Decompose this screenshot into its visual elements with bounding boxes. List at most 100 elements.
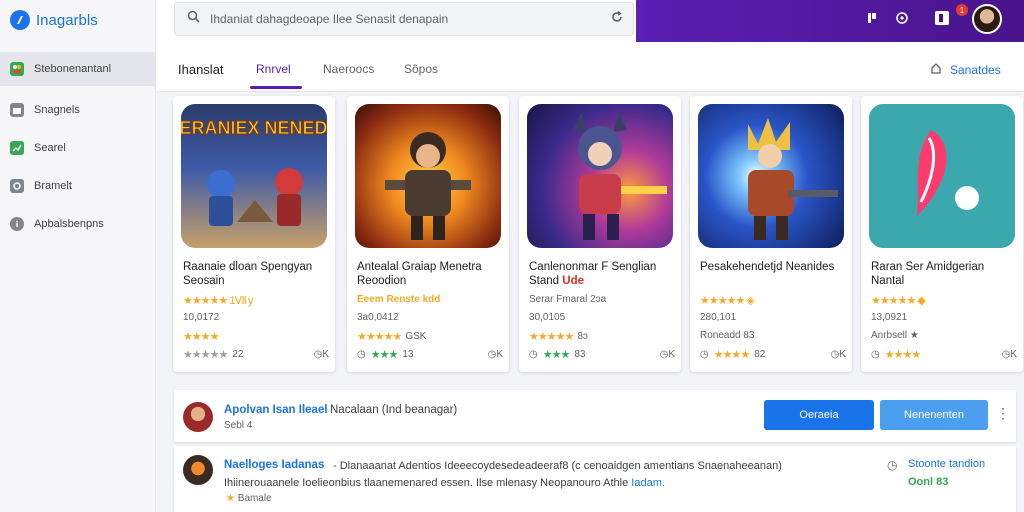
thumb-title-text: NERANIEX NENEDO bbox=[181, 118, 327, 138]
app-meta-2: 3a0,0412 bbox=[357, 312, 399, 323]
app-meta-2: 280,101 bbox=[700, 312, 737, 323]
app-tag: Ude bbox=[562, 275, 584, 287]
app-footer: ★★★★★ 22 ◷K bbox=[183, 349, 329, 361]
app-meta-1: ★★★★★ 1Ⅶ y bbox=[183, 295, 253, 307]
app-rating: ★★★★★ GSK bbox=[357, 331, 427, 343]
active-tab-indicator bbox=[250, 86, 302, 89]
app-meta-1: Serar Fmaral 2ɔa bbox=[529, 294, 607, 305]
app-meta-2: 10,0172 bbox=[183, 312, 220, 323]
clock-icon: ◷ bbox=[887, 458, 898, 472]
more-options-icon[interactable]: ⋮ bbox=[996, 405, 1010, 422]
sidebar-item-label: Apbalsbenpns bbox=[34, 218, 104, 230]
row-title[interactable]: Naelloges Iadanas bbox=[224, 459, 324, 471]
app-meta-1: Eeem Renste kdd bbox=[357, 294, 441, 305]
app-thumbnail[interactable] bbox=[527, 104, 673, 248]
secondary-button[interactable]: Nenenenten bbox=[880, 400, 988, 430]
logo-text: Inagarbls bbox=[36, 11, 98, 29]
app-meta-1: ★★★★★ ◈ bbox=[700, 295, 755, 307]
sent-label: Sanatdes bbox=[950, 62, 1001, 77]
refresh-icon[interactable] bbox=[610, 10, 624, 29]
app-thumbnail[interactable] bbox=[698, 104, 844, 248]
row-sub: Sebl 4 bbox=[224, 420, 253, 431]
app-meta-2: 13,0921 bbox=[871, 312, 908, 323]
sidebar-item-label: Bramelt bbox=[34, 180, 72, 192]
download-count: ◷K bbox=[313, 349, 329, 360]
row-status-value: Oonl 83 bbox=[908, 476, 949, 488]
row-link[interactable]: Iadam. bbox=[631, 477, 665, 489]
home-icon bbox=[930, 62, 942, 77]
sidebar: Inagarbls Stebonenantanl Snagnels Searel… bbox=[0, 0, 156, 512]
app-footer: ◷ ★★★★ 82 ◷K bbox=[700, 349, 846, 361]
app-thumbnail[interactable]: NERANIEX NENEDO bbox=[181, 104, 327, 248]
chart-icon bbox=[10, 141, 24, 155]
app-footer: ◷ ★★★★ ◷K bbox=[871, 349, 1017, 361]
clock-icon: ◷ bbox=[357, 349, 366, 360]
tab-1[interactable]: Naeroocs bbox=[323, 62, 374, 76]
app-meta-3: Roneadd 83 bbox=[700, 330, 755, 341]
row-title[interactable]: Apolvan Isan Ileael bbox=[224, 404, 328, 416]
app-meta-2: 30,0105 bbox=[529, 312, 566, 323]
bookmark-icon[interactable] bbox=[864, 10, 880, 26]
row-text: - Dlanaaanat Adentios Ideeecoydesedeadee… bbox=[333, 460, 782, 472]
row-avatar bbox=[183, 455, 213, 485]
star-icon: ★★★★★ bbox=[183, 349, 228, 361]
app-title[interactable]: Pesakehendetjd Neanides bbox=[700, 260, 846, 274]
clock-icon: ◷ bbox=[871, 349, 880, 360]
app-card-4[interactable]: Raran Ser Amidgerian Nantal ★★★★★ ◆ 13,0… bbox=[861, 96, 1023, 372]
app-footer: ◷ ★★★ 13 ◷K bbox=[357, 349, 503, 361]
download-count: ◷K bbox=[830, 349, 846, 360]
star-icon: ★ bbox=[226, 493, 235, 504]
app-rating: ★★★★★ 8ɔ bbox=[529, 331, 588, 343]
folder-icon bbox=[10, 103, 24, 117]
settings-icon[interactable] bbox=[894, 10, 910, 26]
row-sub: ★ Bamale bbox=[226, 493, 272, 504]
logo-icon bbox=[10, 10, 30, 30]
sidebar-item-4[interactable]: Apbalsbenpns bbox=[0, 207, 156, 241]
app-meta-1: ★★★★★ ◆ bbox=[871, 295, 926, 307]
search-bar[interactable] bbox=[174, 2, 634, 36]
app-thumbnail[interactable] bbox=[869, 104, 1015, 248]
info-icon bbox=[10, 217, 24, 231]
tab-2[interactable]: Sôpos bbox=[404, 62, 438, 76]
app-footer: ◷ ★★★ 83 ◷K bbox=[529, 349, 675, 361]
app-title[interactable]: Raanaie dloan Spengyan Seosain bbox=[183, 260, 329, 288]
app-title[interactable]: Canlenonmar F Senglian Stand Ude bbox=[529, 260, 675, 288]
app-card-0[interactable]: NERANIEX NENEDO Raanaie dloan Spengyan S… bbox=[173, 96, 335, 372]
primary-button[interactable]: Oeraeia bbox=[764, 400, 874, 430]
section-title: Ihanslat bbox=[178, 62, 224, 77]
sent-link[interactable]: Sanatdes bbox=[930, 62, 1001, 77]
sidebar-item-label: Snagnels bbox=[34, 104, 80, 116]
gear-icon bbox=[10, 179, 24, 193]
row-status[interactable]: Stoonte tandion bbox=[908, 458, 985, 470]
clock-icon: ◷ bbox=[700, 349, 709, 360]
sidebar-item-3[interactable]: Bramelt bbox=[0, 169, 156, 203]
sidebar-item-0[interactable]: Stebonenantanl bbox=[0, 52, 156, 86]
app-rating: ★★★★ bbox=[183, 331, 219, 343]
app-logo[interactable]: Inagarbls bbox=[10, 8, 98, 32]
sidebar-item-2[interactable]: Searel bbox=[0, 131, 156, 165]
download-count: ◷K bbox=[1001, 349, 1017, 360]
notification-badge[interactable]: 1 bbox=[956, 4, 968, 16]
user-avatar[interactable] bbox=[972, 4, 1002, 34]
app-card-3[interactable]: Pesakehendetjd Neanides ★★★★★ ◈ 280,101 … bbox=[690, 96, 852, 372]
sidebar-item-label: Searel bbox=[34, 142, 66, 154]
app-title[interactable]: Raran Ser Amidgerian Nantal bbox=[871, 260, 1017, 288]
search-input[interactable] bbox=[210, 12, 600, 26]
download-count: ◷K bbox=[487, 349, 503, 360]
app-meta-3: Anrbsell ★ bbox=[871, 330, 919, 341]
sidebar-item-label: Stebonenantanl bbox=[34, 63, 112, 75]
app-title[interactable]: Antealal Graiap Menetra Reoodion bbox=[357, 260, 503, 288]
app-card-1[interactable]: Antealal Graiap Menetra Reoodion Eeem Re… bbox=[347, 96, 509, 372]
app-thumbnail[interactable] bbox=[355, 104, 501, 248]
tab-0[interactable]: Rnrvel bbox=[256, 62, 291, 76]
app-card-2[interactable]: Canlenonmar F Senglian Stand Ude Serar F… bbox=[519, 96, 681, 372]
row-text-2: Ihiinerouaanele Ioelieonbius tlaanemenar… bbox=[224, 477, 665, 489]
search-icon[interactable] bbox=[187, 10, 200, 28]
people-icon bbox=[10, 62, 24, 76]
sidebar-item-1[interactable]: Snagnels bbox=[0, 93, 156, 127]
window-icon[interactable] bbox=[934, 10, 950, 26]
row-text: Nacalaan (Ind beanagar) bbox=[330, 404, 458, 416]
row-avatar bbox=[183, 402, 213, 432]
clock-icon: ◷ bbox=[529, 349, 538, 360]
download-count: ◷K bbox=[659, 349, 675, 360]
